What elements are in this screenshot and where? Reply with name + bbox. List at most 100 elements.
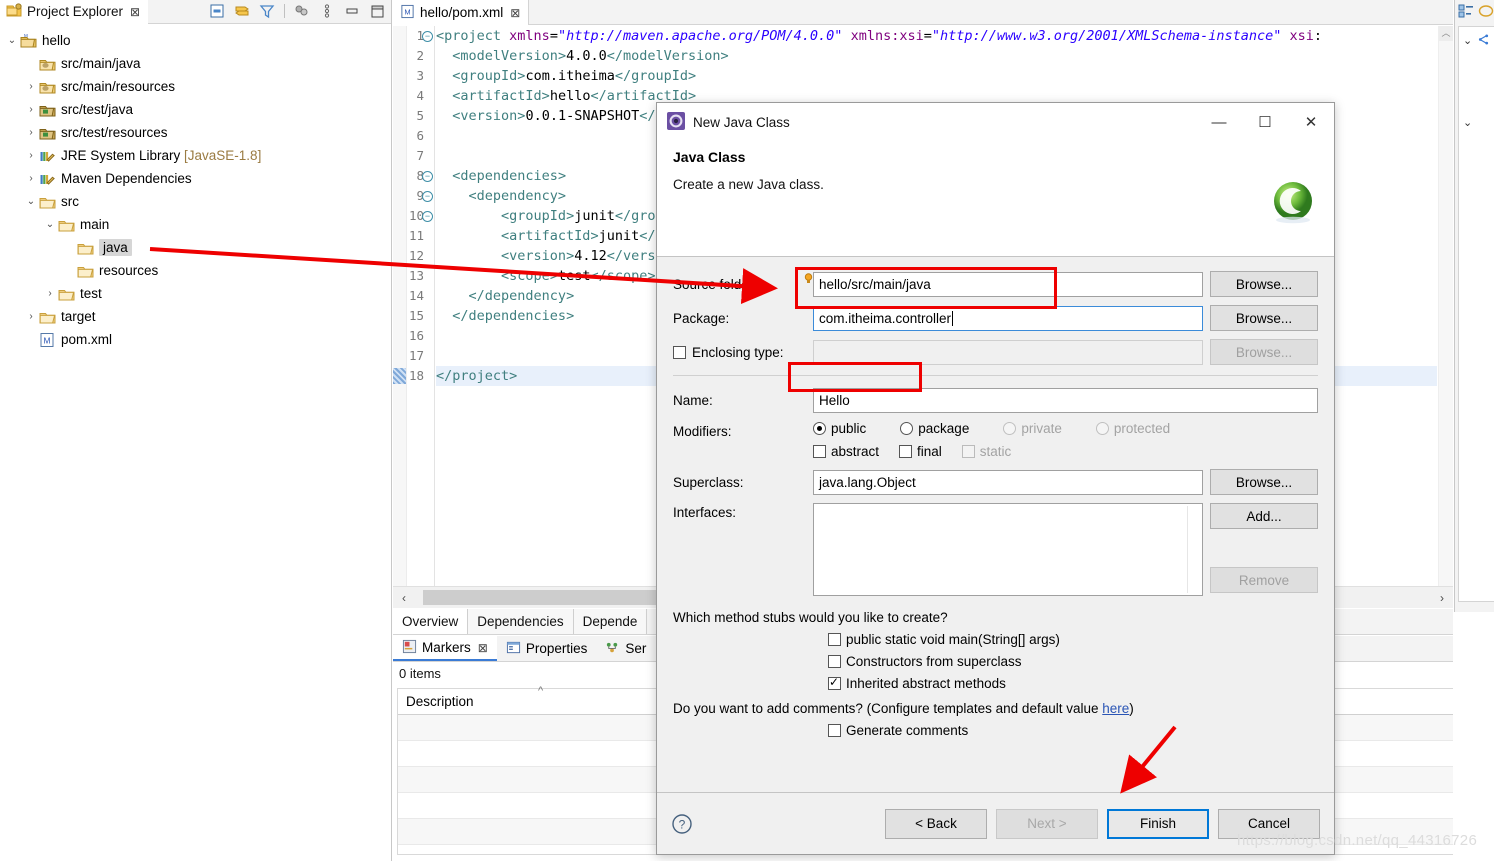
code-line: <project xmlns="http://maven.apache.org/… [436, 28, 1323, 44]
stub-option-public-static-void-main-string-args-[interactable]: public static void main(String[] args) [828, 632, 1318, 647]
sort-caret-icon: ^ [538, 685, 544, 697]
source-folder-browse-button[interactable]: Browse... [1210, 271, 1318, 297]
tab-project-explorer[interactable]: Project Explorer ⊠ [0, 0, 149, 24]
line-number: 13 [408, 268, 424, 283]
close-button[interactable]: ✕ [1288, 103, 1334, 141]
toolbar-separator [284, 4, 285, 18]
package-browse-button[interactable]: Browse... [1210, 305, 1318, 331]
outline-view-icon[interactable] [1478, 3, 1494, 22]
source-folder-input[interactable]: hello/src/main/java [813, 271, 1203, 297]
form-tab-depende[interactable]: Depende [573, 609, 648, 634]
filter-icon[interactable] [259, 3, 275, 19]
outline-tree[interactable]: ⌄ ⌄ [1458, 26, 1494, 602]
editor-vertical-scrollbar[interactable]: ︿ [1438, 26, 1453, 586]
tree-item-hello[interactable]: ⌄ Mhello [0, 29, 391, 52]
tree-item-target[interactable]: › target [0, 305, 391, 328]
view-tab-properties[interactable]: Properties [497, 636, 597, 661]
configure-templates-link[interactable]: here [1102, 701, 1129, 716]
dialog-footer: ? < Back Next > Finish Cancel [657, 792, 1334, 854]
tab-hello-pom-xml[interactable]: M hello/pom.xml ⊠ [393, 0, 530, 25]
line-number: 16 [408, 328, 424, 343]
line-number: 4 [416, 88, 424, 103]
modifier-radio-package[interactable]: package [900, 421, 969, 436]
chevron-right-icon[interactable]: › [23, 127, 39, 138]
outline-tabbar[interactable] [1455, 0, 1494, 25]
view-menu-dots-icon[interactable] [319, 3, 335, 19]
modifier-checkbox-abstract[interactable]: abstract [813, 444, 879, 459]
chevron-down-icon[interactable]: ⌄ [23, 196, 39, 207]
superclass-input[interactable]: java.lang.Object [813, 469, 1203, 495]
dialog-titlebar[interactable]: New Java Class — ☐ ✕ [657, 103, 1334, 141]
folder-icon [77, 263, 95, 279]
tree-item-src[interactable]: ⌄ src [0, 190, 391, 213]
folder-icon [77, 240, 95, 256]
interfaces-add-button[interactable]: Add... [1210, 503, 1318, 529]
scroll-left-arrow-icon[interactable]: ‹ [393, 591, 415, 605]
form-tab-dependencies[interactable]: Dependencies [468, 609, 574, 634]
chevron-down-icon[interactable]: ⌄ [4, 35, 20, 46]
superclass-browse-button[interactable]: Browse... [1210, 469, 1318, 495]
maximize-button[interactable]: ☐ [1242, 103, 1288, 141]
chevron-right-icon[interactable]: › [23, 104, 39, 115]
chevron-right-icon[interactable]: › [23, 150, 39, 161]
tree-item-src-main-resources[interactable]: › src/main/resources [0, 75, 391, 98]
folder-icon [39, 194, 57, 210]
scroll-right-arrow-icon[interactable]: › [1431, 591, 1453, 605]
help-icon[interactable]: ? [671, 813, 693, 835]
minimize-button[interactable]: — [1196, 103, 1242, 141]
tree-item-src-test-java[interactable]: › src/test/java [0, 98, 391, 121]
column-header-description[interactable]: Description [398, 694, 474, 709]
stub-option-constructors-from-superclass[interactable]: Constructors from superclass [828, 654, 1318, 669]
tree-item-pom-xml[interactable]: · Mpom.xml [0, 328, 391, 351]
outline-item[interactable]: ⌄ [1459, 111, 1494, 133]
servers-icon [605, 640, 620, 658]
view-tab-ser[interactable]: Ser [596, 636, 655, 661]
name-input[interactable]: Hello [813, 388, 1318, 413]
view-tab-label: Properties [525, 641, 588, 656]
scroll-up-arrow-icon[interactable]: ︿ [1439, 26, 1453, 41]
tree-item-java[interactable]: · java [0, 236, 391, 259]
tree-item-resources[interactable]: · resources [0, 259, 391, 282]
enclosing-type-input[interactable] [813, 339, 1203, 365]
fold-toggle-icon[interactable]: − [422, 31, 433, 42]
tree-item-jre-system-library[interactable]: › JRE System Library [JavaSE-1.8] [0, 144, 391, 167]
outline-icon[interactable] [1458, 3, 1474, 22]
view-tab-markers[interactable]: Markers ⊠ [393, 636, 497, 661]
project-tree[interactable]: ⌄Mhello·src/main/java›src/main/resources… [0, 25, 391, 861]
interfaces-list[interactable] [813, 503, 1203, 596]
fold-toggle-icon[interactable]: − [422, 171, 433, 182]
fold-toggle-icon[interactable]: − [422, 211, 433, 222]
tree-item-main[interactable]: ⌄ main [0, 213, 391, 236]
outline-item[interactable]: ⌄ [1459, 29, 1494, 51]
tree-item-maven-dependencies[interactable]: › Maven Dependencies [0, 167, 391, 190]
view-menu-icon[interactable] [294, 3, 310, 19]
chevron-down-icon[interactable]: ⌄ [1463, 116, 1472, 129]
stub-option-inherited-abstract-methods[interactable]: Inherited abstract methods [828, 675, 1318, 691]
close-icon[interactable]: ⊠ [478, 641, 488, 655]
chevron-down-icon[interactable]: ⌄ [42, 219, 58, 230]
tree-item-src-main-java[interactable]: · src/main/java [0, 52, 391, 75]
chevron-right-icon[interactable]: › [23, 81, 39, 92]
fold-toggle-icon[interactable]: − [422, 191, 433, 202]
link-with-editor-icon[interactable] [234, 3, 250, 19]
form-tab-overview[interactable]: Overview [393, 609, 469, 634]
chevron-right-icon[interactable]: › [42, 288, 58, 299]
close-icon[interactable]: ⊠ [130, 5, 140, 19]
generate-comments-checkbox[interactable] [828, 724, 841, 737]
minimize-icon[interactable] [344, 3, 360, 19]
tree-item-label: resources [99, 263, 159, 278]
maximize-icon[interactable] [369, 3, 385, 19]
collapse-all-icon[interactable] [209, 3, 225, 19]
close-icon[interactable]: ⊠ [510, 6, 520, 20]
modifier-checkbox-final[interactable]: final [899, 444, 942, 459]
chevron-right-icon[interactable]: › [23, 311, 39, 322]
finish-button[interactable]: Finish [1107, 808, 1209, 839]
tree-item-src-test-resources[interactable]: › src/test/resources [0, 121, 391, 144]
enclosing-type-checkbox[interactable] [673, 345, 686, 359]
tree-item-test[interactable]: › test [0, 282, 391, 305]
modifier-radio-public[interactable]: public [813, 421, 866, 436]
chevron-right-icon[interactable]: › [23, 173, 39, 184]
back-button[interactable]: < Back [885, 808, 987, 839]
package-input[interactable]: com.itheima.controller [813, 305, 1203, 331]
chevron-down-icon[interactable]: ⌄ [1463, 34, 1472, 47]
